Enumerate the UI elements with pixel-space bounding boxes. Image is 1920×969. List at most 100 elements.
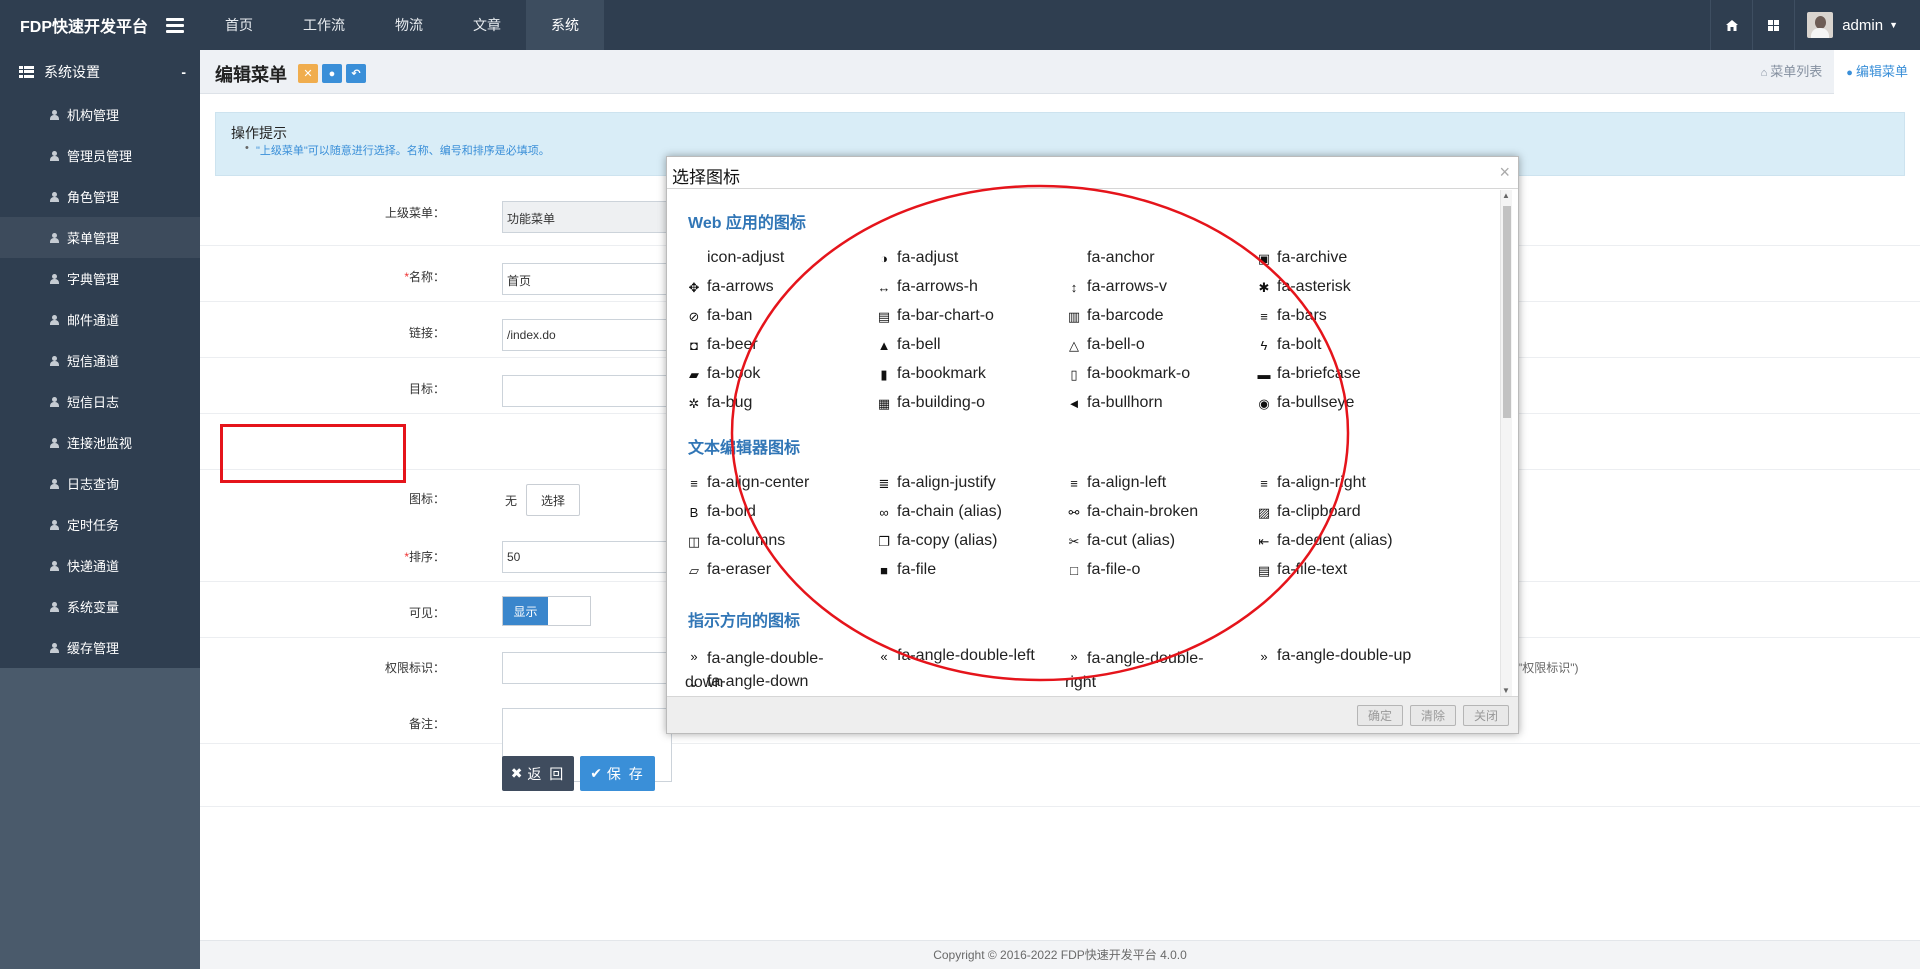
sidebar-item-pool[interactable]: 连接池监视	[0, 422, 200, 463]
icon-option[interactable]: □ fa-file-o	[1067, 561, 1140, 579]
home-icon[interactable]	[1710, 0, 1752, 50]
sidebar-item-cache[interactable]: 缓存管理	[0, 627, 200, 668]
icon-option[interactable]: ▯ fa-bookmark-o	[1067, 365, 1190, 383]
icon-picker-dialog: 选择图标 × Web 应用的图标 icon-adjust ◑ fa-adjust fa-…	[666, 156, 1519, 734]
icon-option[interactable]: ▨ fa-clipboard	[1257, 503, 1361, 521]
nav-articles[interactable]: 文章	[448, 0, 526, 50]
collapse-icon[interactable]: -	[181, 64, 186, 80]
icon-glyph: □	[1070, 563, 1078, 578]
lightbulb-icon[interactable]: ●	[322, 64, 342, 83]
icon-option[interactable]: icon-adjust	[687, 249, 784, 267]
clear-button[interactable]: 清除	[1410, 705, 1456, 726]
icon-option[interactable]: Bfa-bold	[687, 503, 756, 521]
icon-option[interactable]: ≡ fa-align-right	[1257, 474, 1366, 492]
icon-option[interactable]: fa-anchor	[1067, 249, 1155, 267]
icon-option[interactable]: ϟ fa-bolt	[1257, 336, 1322, 354]
name-field[interactable]: 首页	[502, 263, 672, 295]
scroll-up-icon[interactable]: ▲	[1502, 191, 1510, 200]
icon-option[interactable]: ■ fa-file	[877, 561, 936, 579]
nav-workflow[interactable]: 工作流	[278, 0, 370, 50]
icon-option[interactable]: ≡ fa-bars	[1257, 307, 1327, 325]
sidebar-item-dict[interactable]: 字典管理	[0, 258, 200, 299]
sidebar-item-express[interactable]: 快递通道	[0, 545, 200, 586]
icon-option[interactable]: ≣ fa-align-justify	[877, 474, 996, 492]
icon-option[interactable]: ▣ fa-archive	[1257, 249, 1347, 267]
icon-option[interactable]: » fa-angle-double-right	[1065, 647, 1215, 695]
icon-option[interactable]: ❐ fa-copy (alias)	[877, 532, 997, 550]
icon-option[interactable]: ▤ fa-bar-chart-o	[877, 307, 994, 325]
sidebar-item-jobs[interactable]: 定时任务	[0, 504, 200, 545]
sidebar-group-header[interactable]: 系统设置 -	[0, 50, 200, 94]
icon-option[interactable]: ▲ fa-bell	[877, 336, 941, 354]
scrollbar[interactable]: ▲ ▼	[1500, 190, 1512, 696]
icon-option[interactable]: ▤ fa-file-text	[1257, 561, 1347, 579]
ok-button[interactable]: 确定	[1357, 705, 1403, 726]
icon-option[interactable]: ≡ fa-align-center	[687, 474, 809, 492]
scroll-down-icon[interactable]: ▼	[1502, 686, 1510, 695]
icon-option[interactable]: ✂ fa-cut (alias)	[1067, 532, 1175, 550]
sidebar-item-mail[interactable]: 邮件通道	[0, 299, 200, 340]
tab-menu-list[interactable]: ⌂ 菜单列表	[1749, 50, 1835, 94]
parent-label: 上级菜单：	[384, 206, 445, 220]
icon-option[interactable]: ▰ fa-book	[687, 365, 760, 383]
icon-option[interactable]: ▥ fa-barcode	[1067, 307, 1164, 325]
icon-option[interactable]: ≡ fa-align-left	[1067, 474, 1166, 492]
sidebar-item-admins[interactable]: 管理员管理	[0, 135, 200, 176]
tab-edit-menu[interactable]: ● 编辑菜单	[1834, 50, 1920, 94]
icon-option[interactable]: ▦ fa-building-o	[877, 394, 985, 412]
sidebar-item-sms-log[interactable]: 短信日志	[0, 381, 200, 422]
sidebar-item-roles[interactable]: 角色管理	[0, 176, 200, 217]
icon-option[interactable]: ⇤ fa-dedent (alias)	[1257, 532, 1393, 550]
icon-option[interactable]: ⚯ fa-chain-broken	[1067, 503, 1199, 521]
sidebar-item-label: 机构管理	[67, 108, 120, 123]
icon-option[interactable]: ◉ fa-bullseye	[1257, 394, 1354, 412]
icon-option-label: fa-arrows-v	[1087, 278, 1168, 295]
target-field[interactable]	[502, 375, 672, 407]
icon-option[interactable]: ↕ fa-arrows-v	[1067, 278, 1167, 296]
nav-logistics[interactable]: 物流	[370, 0, 448, 50]
nav-system[interactable]: 系统	[526, 0, 604, 50]
icon-option[interactable]: ✥ fa-arrows	[687, 278, 774, 296]
icon-option[interactable]: △ fa-bell-o	[1067, 336, 1145, 354]
icon-option[interactable]: « fa-angle-double-left	[877, 647, 1035, 665]
sidebar-item-label: 定时任务	[67, 518, 120, 533]
sidebar-item-menus[interactable]: 菜单管理	[0, 217, 200, 258]
icon-option[interactable]: ⊘ fa-ban	[687, 307, 753, 325]
undo-icon[interactable]: ↶	[346, 64, 366, 83]
grid-icon[interactable]	[1752, 0, 1794, 50]
close-icon[interactable]: ×	[1499, 162, 1510, 183]
icon-option[interactable]: ◫ fa-columns	[687, 532, 785, 550]
sidebar-item-vars[interactable]: 系统变量	[0, 586, 200, 627]
sidebar-item-logs[interactable]: 日志查询	[0, 463, 200, 504]
icon-option[interactable]: ▮ fa-bookmark	[877, 365, 986, 383]
icon-option[interactable]: ✲ fa-bug	[687, 394, 753, 412]
icon-option[interactable]: ↔ fa-arrows-h	[877, 278, 978, 296]
icon-option[interactable]: ∞ fa-chain (alias)	[877, 503, 1002, 521]
back-button[interactable]: ✖ 返 回	[502, 756, 574, 791]
icon-option[interactable]: ◘ fa-beer	[687, 336, 758, 354]
menu-toggle-icon[interactable]	[166, 18, 185, 33]
icon-option[interactable]: ✱ fa-asterisk	[1257, 278, 1351, 296]
icon-option[interactable]: ◄ fa-bullhorn	[1067, 394, 1163, 412]
close-button[interactable]: 关闭	[1463, 705, 1509, 726]
icon-option[interactable]: » fa-angle-double-up	[1257, 647, 1411, 665]
nav-home[interactable]: 首页	[200, 0, 278, 50]
link-field[interactable]: /index.do	[502, 319, 672, 351]
page-title: 编辑菜单	[215, 65, 287, 85]
fullscreen-icon[interactable]: ✕	[298, 64, 318, 83]
scrollbar-thumb[interactable]	[1503, 206, 1511, 418]
icon-option[interactable]: ▱ fa-eraser	[687, 561, 771, 579]
sidebar-item-org[interactable]: 机构管理	[0, 94, 200, 135]
sidebar-group-title: 系统设置	[44, 64, 100, 80]
icon-option-label: fa-bug	[707, 394, 753, 411]
parent-menu-select[interactable]: 功能菜单	[502, 201, 672, 233]
footer: Copyright © 2016-2022 FDP快速开发平台 4.0.0	[200, 940, 1920, 969]
icon-option[interactable]: ◑ fa-adjust	[877, 249, 958, 267]
icon-option-label: fa-ban	[707, 307, 753, 324]
icon-glyph: ■	[880, 563, 888, 578]
icon-option[interactable]: ▬ fa-briefcase	[1257, 365, 1361, 383]
sidebar-item-sms[interactable]: 短信通道	[0, 340, 200, 381]
user-menu[interactable]: admin ▼	[1794, 0, 1920, 50]
save-button[interactable]: ✔ 保 存	[580, 756, 655, 791]
icon-option[interactable]: ⌄ fa-angle-down	[687, 673, 809, 691]
